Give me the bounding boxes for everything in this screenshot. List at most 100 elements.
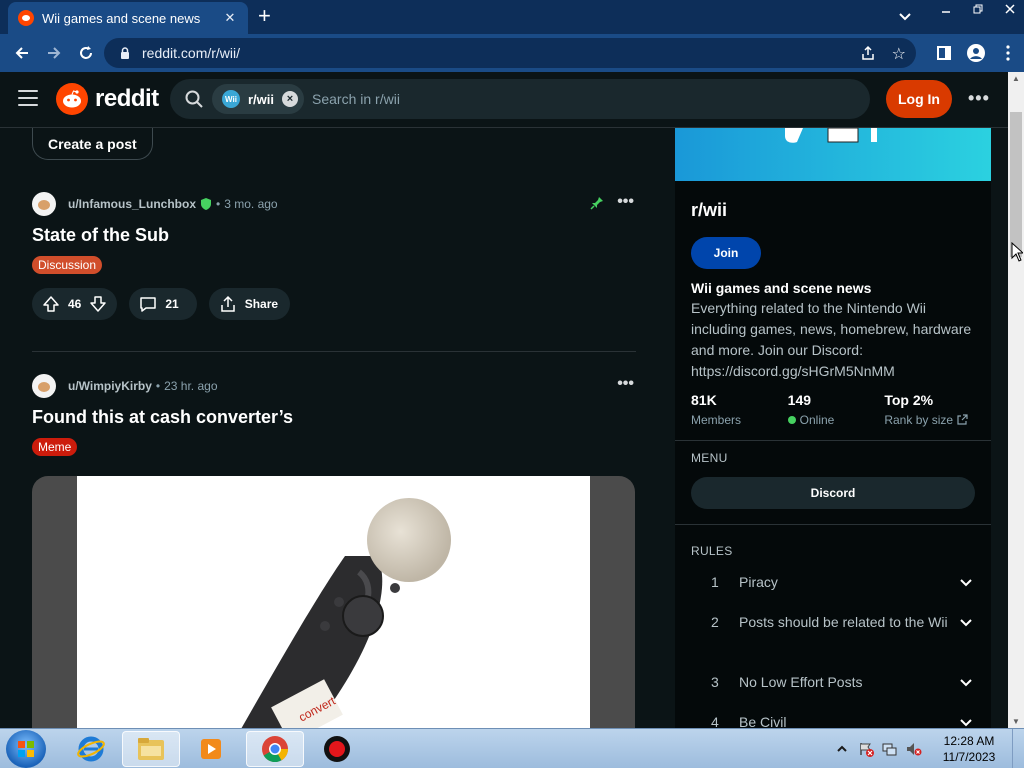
post-author[interactable]: u/WimpiyKirby [68,379,152,393]
post-card[interactable]: u/WimpiyKirby • 23 hr. ago ••• Found thi… [32,374,636,456]
header-more-icon[interactable]: ••• [968,88,990,109]
online-count: 149 [787,392,812,408]
mouse-cursor-icon [1011,242,1023,262]
show-desktop-button[interactable] [1012,729,1024,768]
upvote-arrow-icon[interactable] [42,295,60,313]
discord-button[interactable]: Discord [691,477,975,509]
join-button[interactable]: Join [691,237,761,269]
login-button[interactable]: Log In [886,80,952,118]
comments-button[interactable]: 21 [129,288,197,320]
post-author[interactable]: u/Infamous_Lunchbox [68,197,196,211]
post-flair[interactable]: Discussion [32,256,103,274]
share-button[interactable]: Share [208,288,291,320]
post-divider [32,351,636,352]
browser-menu-icon[interactable] [992,37,1024,69]
start-button[interactable] [6,730,46,768]
browser-toolbar: reddit.com/r/wii/ ☆ [0,34,1024,72]
side-panel-icon[interactable] [928,37,960,69]
reload-icon[interactable] [70,37,102,69]
online-stat: 149 Online [787,392,885,427]
chevron-down-icon[interactable] [957,573,975,591]
post-flair[interactable]: Meme [32,438,78,456]
avatar[interactable] [32,374,56,398]
post-card[interactable]: u/Infamous_Lunchbox • 3 mo. ago ••• Stat… [32,192,636,320]
restore-icon[interactable] [964,0,992,18]
post-more-icon[interactable]: ••• [617,193,634,211]
page-scrollbar[interactable]: ▲ ▼ [1008,72,1024,728]
windows-taskbar: 12:28 AM 11/7/2023 [0,728,1024,768]
action-center-flag-icon[interactable] [858,741,874,757]
rule-item[interactable]: 1 Piracy [691,572,975,592]
scrollbar-thumb[interactable] [1010,112,1022,257]
bookmark-star-icon[interactable]: ☆ [892,44,906,64]
online-label: Online [787,413,885,427]
rank-label: Rank by size [884,413,981,427]
show-hidden-icons-icon[interactable] [834,741,850,757]
url-text: reddit.com/r/wii/ [142,45,241,61]
online-label-text: Online [799,413,835,427]
minimize-icon[interactable] [932,0,960,18]
chrome-taskbar-icon[interactable] [246,731,304,767]
recorder-taskbar-icon[interactable] [308,731,366,767]
comment-bubble-icon [140,297,157,312]
back-arrow-icon[interactable] [6,37,38,69]
rank-stat[interactable]: Top 2% Rank by size [884,392,981,427]
tab-title: Wii games and scene news [42,10,201,26]
file-explorer-taskbar-icon[interactable] [122,731,180,767]
profile-avatar-icon[interactable] [960,37,992,69]
scroll-down-arrow-icon[interactable]: ▼ [1012,717,1020,726]
address-bar[interactable]: reddit.com/r/wii/ ☆ [104,38,916,68]
system-clock[interactable]: 12:28 AM 11/7/2023 [930,733,1008,765]
window-controls [928,0,1024,18]
clock-time: 12:28 AM [943,734,995,748]
rank-value: Top 2% [884,392,934,408]
community-stats: 81K Members 149 Online Top 2% Rank by si… [691,392,981,427]
motion-controller-illustration: convert [241,498,451,728]
scroll-up-arrow-icon[interactable]: ▲ [1012,74,1020,83]
post-title[interactable]: Found this at cash converter’s [32,407,636,428]
reddit-wordmark[interactable]: reddit [95,85,159,113]
clock-date: 11/7/2023 [942,750,996,764]
search-bar[interactable]: Wii r/wii × Search in r/wii [170,79,870,119]
create-post-button[interactable]: Create a post [32,128,153,160]
post-more-icon[interactable]: ••• [617,375,634,393]
lock-icon [121,47,129,59]
reddit-logo-icon[interactable] [56,83,88,115]
rule-item[interactable]: 3 No Low Effort Posts [691,672,975,692]
comment-count: 21 [165,297,179,311]
chevron-down-icon[interactable] [957,673,975,691]
chevron-down-icon[interactable] [957,713,975,728]
share-page-icon[interactable] [860,45,876,61]
vote-control: 46 [32,288,118,320]
volume-muted-icon[interactable] [906,741,922,757]
rule-text: Be Civil [739,714,787,728]
window-close-icon[interactable] [996,0,1024,18]
network-icon[interactable] [882,741,898,757]
subreddit-search-chip[interactable]: Wii r/wii × [212,84,305,114]
post-image[interactable]: convert [32,476,635,728]
media-player-taskbar-icon[interactable] [182,731,240,767]
new-tab-button[interactable]: + [258,5,271,27]
rules-heading: RULES [691,544,733,558]
tab-close-icon[interactable]: ✕ [222,10,238,26]
search-input[interactable]: Search in r/wii [312,91,400,107]
community-name: r/wii [691,200,728,220]
rule-item[interactable]: 4 Be Civil [691,712,975,728]
downvote-arrow-icon[interactable] [89,295,107,313]
hamburger-menu-icon[interactable] [18,90,38,106]
forward-arrow-icon[interactable] [38,37,70,69]
share-icon [220,295,235,312]
members-count: 81K [691,392,717,408]
rule-text: Piracy [739,574,778,590]
clear-chip-icon[interactable]: × [282,91,299,107]
rule-item[interactable]: 2 Posts should be related to the Wii [691,612,975,632]
image-backdrop: convert [77,476,590,728]
internet-explorer-taskbar-icon[interactable] [62,731,120,767]
rule-number: 1 [711,574,719,590]
chip-label: r/wii [248,91,275,107]
browser-tab[interactable]: Wii games and scene news ✕ [8,2,248,34]
tab-search-chevron-icon[interactable] [896,8,914,26]
avatar[interactable] [32,192,56,216]
post-title[interactable]: State of the Sub [32,225,636,246]
chevron-down-icon[interactable] [957,613,975,631]
